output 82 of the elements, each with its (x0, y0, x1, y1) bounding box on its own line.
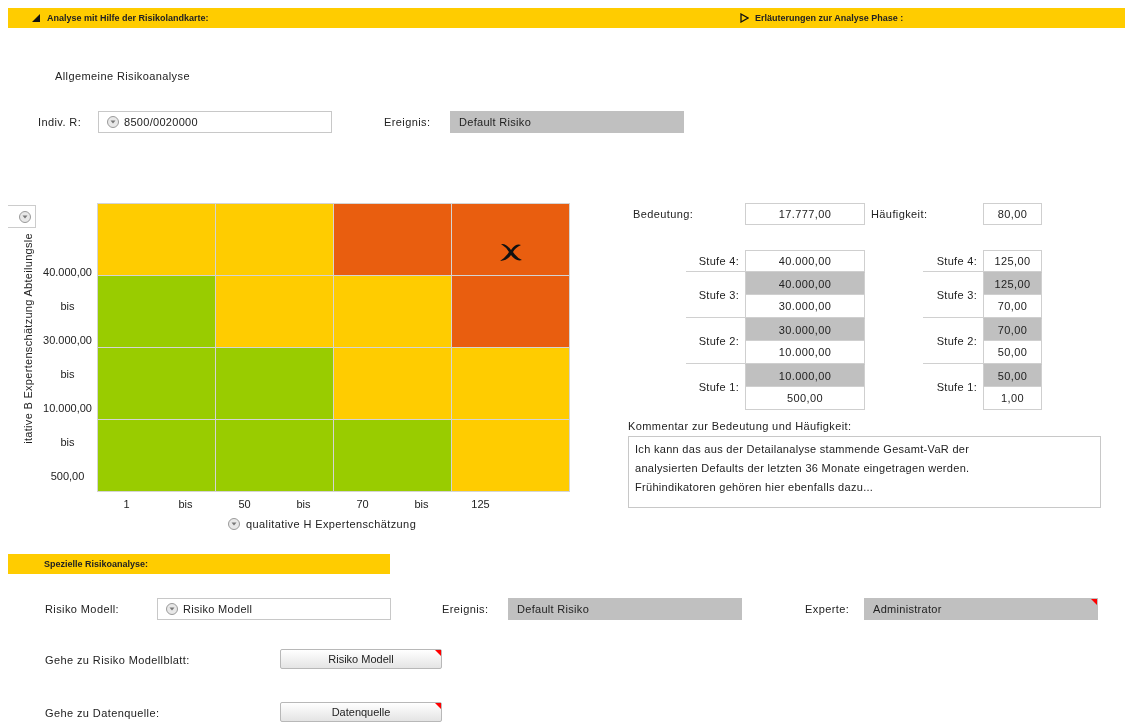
y-axis-label: 40.000,00 (43, 265, 92, 280)
event-field: Default Risiko (450, 111, 684, 133)
level-value: 40.000,00 (745, 272, 865, 295)
level-value: 50,00 (983, 341, 1042, 364)
level-label: Stufe 1: (935, 380, 978, 395)
field-label: Häufigkeit: (871, 208, 929, 220)
dropdown-icon[interactable] (19, 210, 31, 223)
x-axis-title: qualitative H Expertenschätzung (246, 518, 417, 530)
level-value: 125,00 (983, 272, 1042, 295)
level-value: 50,00 (983, 364, 1042, 387)
level-label: Stufe 1: (697, 380, 740, 395)
matrix-cell[interactable] (334, 276, 451, 347)
field-label: Ereignis: (442, 603, 490, 615)
field-label: Indiv. R: (38, 116, 83, 128)
matrix-cell[interactable] (98, 204, 215, 275)
y-axis-label: 30.000,00 (43, 333, 92, 348)
expand-triangle-icon[interactable] (740, 13, 749, 23)
level-value: 10.000,00 (745, 364, 865, 387)
dropdown-icon[interactable] (228, 518, 240, 530)
link-label: Gehe zu Datenquelle: (45, 707, 161, 719)
level-value: 70,00 (983, 318, 1042, 341)
comment-label: Kommentar zur Bedeutung und Häufigkeit: (628, 419, 853, 433)
dropdown-icon[interactable] (107, 116, 119, 128)
y-axis-label: 10.000,00 (43, 401, 92, 416)
comment-indicator-icon (435, 650, 441, 656)
x-axis-label: bis (413, 497, 430, 512)
level-value: 70,00 (983, 295, 1042, 318)
level-value: 500,00 (745, 387, 865, 410)
level-value: 30.000,00 (745, 295, 865, 318)
dropdown-icon[interactable] (166, 603, 178, 615)
field-label: Ereignis: (384, 116, 432, 128)
section-title[interactable]: Analyse mit Hilfe der Risikolandkarte: (47, 13, 209, 23)
matrix-cell[interactable] (334, 420, 451, 491)
y-axis-title: itative B Expertenschätzung Abteilungsle (22, 233, 35, 444)
matrix-cell[interactable] (334, 348, 451, 419)
matrix-cell[interactable] (216, 348, 333, 419)
level-value: 30.000,00 (745, 318, 865, 341)
matrix-cell[interactable] (98, 348, 215, 419)
y-axis-label: 500,00 (50, 469, 85, 484)
field-label: Experte: (805, 603, 851, 615)
indiv-field[interactable]: 8500/0020000 (98, 111, 332, 133)
section-title: Spezielle Risikoanalyse: (44, 559, 149, 569)
significance-field[interactable]: 17.777,00 (745, 203, 865, 225)
comment-indicator-icon (1091, 599, 1097, 605)
subsection-title: Allgemeine Risikoanalyse (55, 69, 191, 83)
matrix-cell[interactable] (98, 276, 215, 347)
link-label: Gehe zu Risiko Modellblatt: (45, 654, 191, 666)
matrix-cell[interactable] (334, 204, 451, 275)
axis-dropdown[interactable] (8, 205, 36, 228)
field-label: Bedeutung: (633, 208, 695, 220)
x-axis-label: 1 (122, 497, 131, 512)
matrix-cell[interactable] (216, 276, 333, 347)
matrix-cell[interactable] (452, 420, 569, 491)
expert-field[interactable]: Administrator (864, 598, 1098, 620)
navigate-button[interactable]: Risiko Modell (280, 649, 442, 669)
matrix-cell[interactable] (216, 420, 333, 491)
matrix-cell[interactable] (452, 348, 569, 419)
comment-indicator-icon (435, 703, 441, 709)
y-axis-label: bis (60, 435, 75, 450)
y-axis-label: bis (60, 367, 75, 382)
field-label: Risiko Modell: (45, 603, 121, 615)
matrix-cell[interactable] (452, 204, 569, 275)
level-value: 10.000,00 (745, 341, 865, 364)
y-axis-label: bis (60, 299, 75, 314)
matrix-cell[interactable] (216, 204, 333, 275)
matrix-cell[interactable] (98, 420, 215, 491)
collapse-triangle-icon[interactable] (32, 13, 41, 23)
frequency-field[interactable]: 80,00 (983, 203, 1042, 225)
level-value: 1,00 (983, 387, 1042, 410)
x-axis-label: 70 (355, 497, 370, 512)
x-axis-label: 125 (470, 497, 491, 512)
x-axis-label: bis (177, 497, 194, 512)
model-field[interactable]: Risiko Modell (157, 598, 391, 620)
event-field: Default Risiko (508, 598, 742, 620)
navigate-button[interactable]: Datenquelle (280, 702, 442, 722)
level-value: 125,00 (983, 250, 1042, 272)
explanation-title[interactable]: Erläuterungen zur Analyse Phase : (755, 13, 904, 23)
x-axis-label: 50 (237, 497, 252, 512)
level-value: 40.000,00 (745, 250, 865, 272)
x-axis-label: bis (295, 497, 312, 512)
comment-field[interactable]: Ich kann das aus der Detailanalyse stammende Gesamt-VaR der analysierten Defaults der letzten 36 Monate eingetragen werden. Frühindikatoren gehören hier ebenfalls dazu... (628, 436, 1101, 508)
matrix-cell[interactable] (452, 276, 569, 347)
